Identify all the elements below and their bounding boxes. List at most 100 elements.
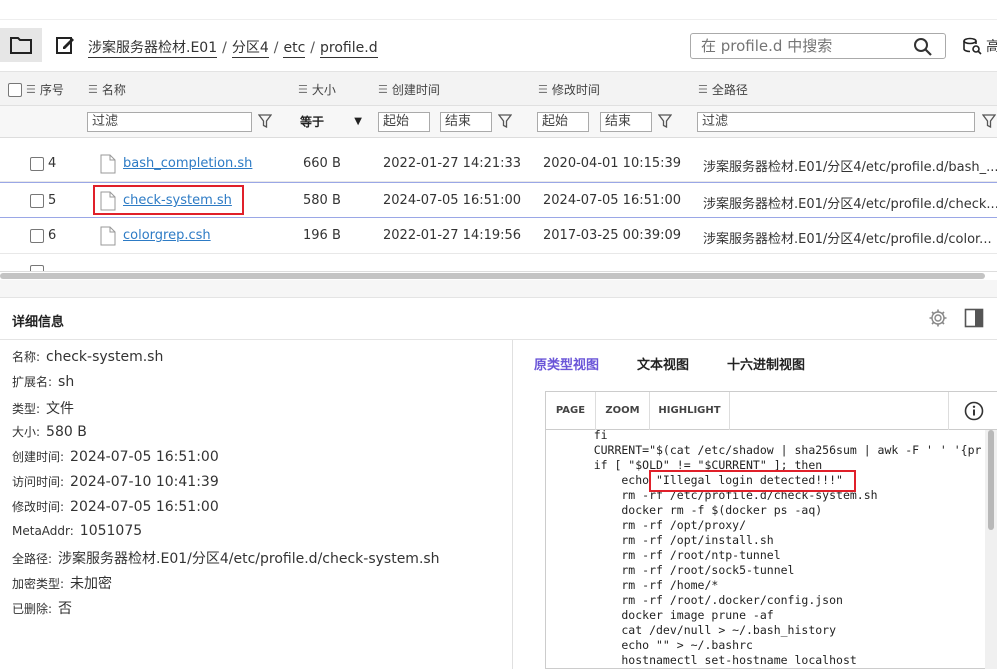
breadcrumb-item[interactable]: etc xyxy=(283,40,306,58)
file-modified: 2017-03-25 00:39:09 xyxy=(543,228,682,243)
highlight-button[interactable]: HIGHLIGHT xyxy=(650,392,730,430)
column-header-index[interactable]: 序号 xyxy=(40,81,64,98)
breadcrumb-item[interactable]: profile.d xyxy=(320,40,378,58)
file-viewer: PAGE ZOOM HIGHLIGHT fi CURRENT="$(cat /e… xyxy=(545,391,997,669)
gear-icon[interactable] xyxy=(928,308,948,328)
code-line: echo "" > ~/.bashrc xyxy=(566,638,753,652)
code-line: hostnamectl set-hostname localhost xyxy=(566,653,857,667)
file-name-link[interactable]: colorgrep.csh xyxy=(123,228,211,243)
column-header-created-cell: ☰ 创建时间 xyxy=(378,81,440,98)
filter-icon[interactable] xyxy=(258,114,272,128)
file-path: 涉案服务器检材.E01/分区4/etc/profile.d/color... xyxy=(703,232,992,247)
column-menu-icon[interactable]: ☰ xyxy=(26,83,36,96)
table-row[interactable]: 6 colorgrep.csh 196 B 2022-01-27 14:19:5… xyxy=(0,218,997,254)
detail-header xyxy=(0,298,997,340)
search-box xyxy=(690,33,946,59)
size-operator-select[interactable]: 等于 ▼ xyxy=(294,112,366,132)
tab-native-view[interactable]: 原类型视图 xyxy=(534,358,599,373)
pane-splitter[interactable] xyxy=(0,280,997,298)
column-header-size[interactable]: 大小 xyxy=(312,81,336,98)
size-operator-value: 等于 xyxy=(300,115,325,129)
column-menu-icon[interactable]: ☰ xyxy=(538,83,548,96)
path-filter-input[interactable]: 过滤 xyxy=(697,112,975,132)
info-icon xyxy=(964,401,983,421)
property-row: 已删除: 否 xyxy=(12,601,73,617)
advanced-search-button[interactable]: 高 xyxy=(962,36,997,56)
filter-icon[interactable] xyxy=(658,114,672,128)
panel-toggle-icon[interactable] xyxy=(964,308,984,328)
select-all-checkbox[interactable] xyxy=(8,82,22,97)
row-checkbox[interactable] xyxy=(30,194,44,208)
column-header-modified[interactable]: 修改时间 xyxy=(552,81,600,98)
column-header-path-cell: ☰ 全路径 xyxy=(698,81,748,98)
table-row-partial[interactable] xyxy=(0,254,997,271)
property-row: MetaAddr: 1051075 xyxy=(12,523,143,539)
code-line: rm -rf /opt/install.sh xyxy=(566,533,774,547)
file-created: 2022-01-27 14:19:56 xyxy=(383,228,522,243)
property-row: 全路径: 涉案服务器检材.E01/分区4/etc/profile.d/check-… xyxy=(12,551,440,567)
top-strip xyxy=(0,0,997,20)
property-row: 大小: 580 B xyxy=(12,424,87,440)
database-search-icon xyxy=(963,37,982,55)
horizontal-scrollbar[interactable] xyxy=(0,272,997,280)
search-icon[interactable] xyxy=(913,37,933,57)
column-menu-icon[interactable]: ☰ xyxy=(378,83,388,96)
property-row: 名称: check-system.sh xyxy=(12,349,164,365)
name-filter-input[interactable]: 过滤 xyxy=(87,112,252,132)
file-path: 涉案服务器检材.E01/分区4/etc/profile.d/bash_... xyxy=(703,160,997,175)
search-input[interactable] xyxy=(691,34,901,58)
property-row: 类型: 文件 xyxy=(12,401,75,417)
scrollbar-thumb[interactable] xyxy=(988,430,994,530)
scrollbar-thumb[interactable] xyxy=(0,273,985,279)
row-checkbox[interactable] xyxy=(30,157,44,171)
dropdown-arrow-icon: ▼ xyxy=(354,116,362,127)
modified-end-input[interactable]: 结束 xyxy=(600,112,652,132)
file-created: 2022-01-27 14:21:33 xyxy=(383,156,522,171)
created-end-input[interactable]: 结束 xyxy=(440,112,492,132)
column-header-path[interactable]: 全路径 xyxy=(712,81,748,98)
column-header-created[interactable]: 创建时间 xyxy=(392,81,440,98)
created-start-input[interactable]: 起始 xyxy=(378,112,430,132)
folder-icon xyxy=(10,37,32,54)
property-row: 访问时间: 2024-07-10 10:41:39 xyxy=(12,474,219,490)
column-menu-icon[interactable]: ☰ xyxy=(698,83,708,96)
file-modified: 2024-07-05 16:51:00 xyxy=(543,193,682,208)
column-header-size-cell: ☰ 大小 xyxy=(298,81,336,98)
row-index: 6 xyxy=(48,228,57,243)
file-name-link[interactable]: bash_completion.sh xyxy=(123,156,252,171)
highlight-box xyxy=(93,185,244,215)
column-header-name[interactable]: 名称 xyxy=(102,81,126,98)
table-row[interactable]: 5 check-system.sh 580 B 2024-07-05 16:51… xyxy=(0,182,997,218)
breadcrumb-item[interactable]: 涉案服务器检材.E01 xyxy=(88,40,218,58)
filter-icon[interactable] xyxy=(498,114,512,128)
property-row: 创建时间: 2024-07-05 16:51:00 xyxy=(12,449,219,465)
tab-hex-view[interactable]: 十六进制视图 xyxy=(727,358,805,373)
filter-icon[interactable] xyxy=(982,114,996,128)
tab-text-view[interactable]: 文本视图 xyxy=(637,358,689,373)
code-line: CURRENT="$(cat /etc/shadow | sha256sum |… xyxy=(566,443,982,457)
file-size: 196 B xyxy=(303,228,341,243)
modified-start-input[interactable]: 起始 xyxy=(537,112,589,132)
row-checkbox[interactable] xyxy=(30,229,44,243)
column-menu-icon[interactable]: ☰ xyxy=(88,83,98,96)
page-button[interactable]: PAGE xyxy=(546,392,596,430)
row-checkbox[interactable] xyxy=(30,265,44,271)
filter-row: 过滤 等于 ▼ 起始 结束 起始 结束 过滤 xyxy=(0,106,997,138)
breadcrumb-item[interactable]: 分区4 xyxy=(231,40,269,58)
property-row: 扩展名: sh xyxy=(12,374,75,390)
info-button[interactable] xyxy=(948,392,997,430)
folder-button[interactable] xyxy=(0,28,42,62)
vertical-scrollbar[interactable] xyxy=(985,430,997,669)
zoom-button[interactable]: ZOOM xyxy=(596,392,650,430)
row-index: 5 xyxy=(48,193,57,208)
vertical-divider xyxy=(512,340,513,669)
table-row[interactable]: 4 bash_completion.sh 660 B 2022-01-27 14… xyxy=(0,146,997,182)
code-line: docker rm -f $(docker ps -aq) xyxy=(566,503,823,517)
column-header-name-cell: ☰ 名称 xyxy=(88,81,126,98)
edit-button[interactable] xyxy=(54,34,76,56)
detail-title: 详细信息 xyxy=(12,315,65,330)
toolbar: 涉案服务器检材.E01/分区4/etc/profile.d 高 xyxy=(0,20,997,72)
select-all-cell: ☰ 序号 xyxy=(8,81,64,98)
column-menu-icon[interactable]: ☰ xyxy=(298,83,308,96)
code-line: docker image prune -af xyxy=(566,608,774,622)
